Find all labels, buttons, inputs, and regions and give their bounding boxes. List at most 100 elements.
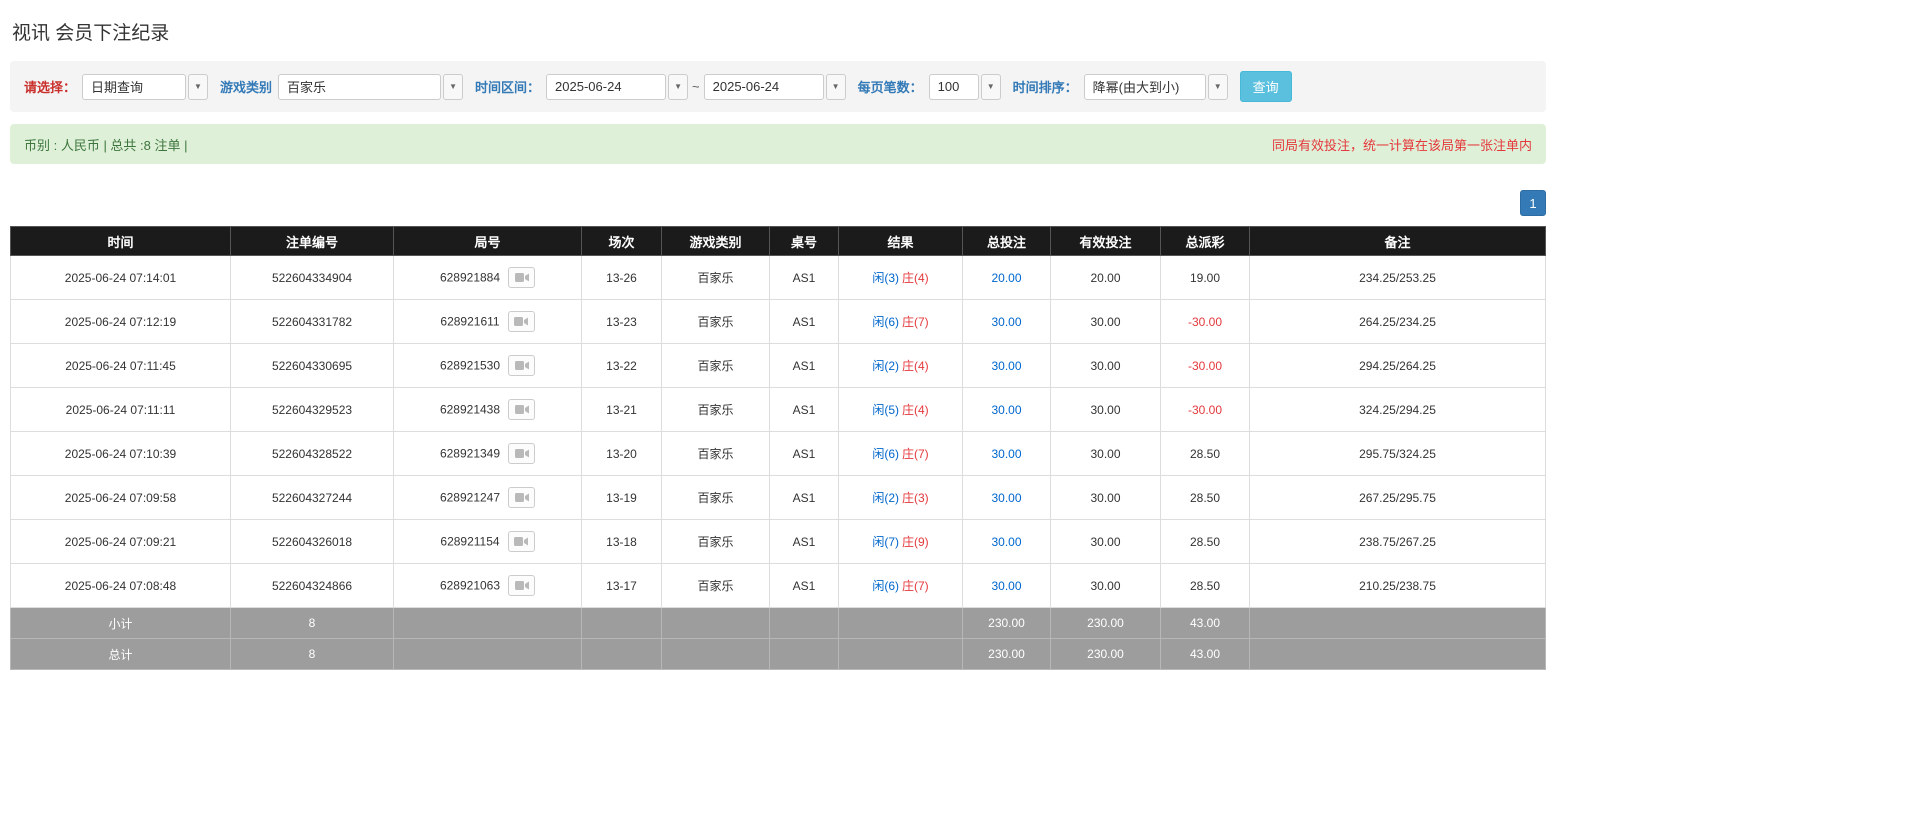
cell-round: 628921530 [393, 343, 582, 388]
date-from-dropdown[interactable]: 2025-06-24 ▼ [546, 73, 689, 100]
cell-round: 628921154 [393, 519, 582, 564]
table-row: 2025-06-24 07:09:58 522604327244 628921247… [10, 475, 1546, 520]
total-total-bet: 230.00 [962, 638, 1051, 670]
table-row: 2025-06-24 07:10:39 522604328522 628921349… [10, 431, 1546, 476]
sort-order-value[interactable]: 降幂(由大到小) [1083, 73, 1206, 100]
header-note: 备注 [1249, 226, 1546, 256]
cell-session: 13-19 [581, 475, 662, 520]
empty-cell [769, 638, 839, 670]
table-row: 2025-06-24 07:14:01 522604334904 628921884… [10, 255, 1546, 300]
empty-cell [838, 607, 963, 639]
subtotal-label: 小计 [10, 607, 231, 639]
video-replay-icon[interactable] [508, 399, 536, 420]
empty-cell [581, 607, 662, 639]
cell-payout: -30.00 [1160, 387, 1250, 432]
sort-order-label: 时间排序： [1012, 80, 1078, 95]
summary-notice: 同局有效投注，统一计算在该局第一张注单内 [1271, 137, 1532, 153]
total-bet-link[interactable]: 30.00 [991, 315, 1021, 329]
cell-payout: 28.50 [1160, 563, 1250, 608]
video-replay-icon[interactable] [507, 311, 535, 332]
payout-value: 19.00 [1189, 270, 1221, 285]
game-type-value[interactable]: 百家乐 [278, 73, 442, 100]
empty-cell [769, 607, 839, 639]
video-replay-icon[interactable] [508, 267, 536, 288]
payout-value: 28.50 [1189, 534, 1221, 549]
cell-payout: 28.50 [1160, 519, 1250, 564]
header-bet-id: 注单编号 [230, 226, 394, 256]
cell-result: 闲(6) 庄(7) [838, 563, 963, 608]
header-session: 场次 [581, 226, 662, 256]
cell-session: 13-23 [581, 299, 662, 344]
chevron-down-icon[interactable]: ▼ [443, 73, 464, 100]
query-type-dropdown[interactable]: 日期查询 ▼ [82, 73, 209, 100]
chevron-down-icon[interactable]: ▼ [980, 73, 1001, 100]
total-bet-link[interactable]: 20.00 [991, 271, 1021, 285]
page-size-dropdown[interactable]: 100 ▼ [928, 73, 1001, 100]
cell-total-bet: 30.00 [962, 387, 1051, 432]
date-to-dropdown[interactable]: 2025-06-24 ▼ [703, 73, 846, 100]
total-bet-link[interactable]: 30.00 [991, 403, 1021, 417]
payout-value: 28.50 [1189, 446, 1221, 461]
video-replay-icon[interactable] [508, 443, 536, 464]
header-table-no: 桌号 [769, 226, 839, 256]
query-type-value[interactable]: 日期查询 [82, 73, 187, 100]
cell-bet-id: 522604334904 [230, 255, 394, 300]
sort-order-dropdown[interactable]: 降幂(由大到小) ▼ [1083, 73, 1228, 100]
cell-game-type: 百家乐 [661, 343, 770, 388]
result-player: 闲(7) [872, 535, 899, 549]
game-type-dropdown[interactable]: 百家乐 ▼ [278, 73, 464, 100]
date-to-value[interactable]: 2025-06-24 [703, 73, 824, 100]
chevron-down-icon[interactable]: ▼ [1207, 73, 1228, 100]
cell-valid-bet: 30.00 [1050, 343, 1161, 388]
total-bet-link[interactable]: 30.00 [991, 447, 1021, 461]
total-bet-link[interactable]: 30.00 [991, 535, 1021, 549]
subtotal-count: 8 [230, 607, 394, 639]
video-replay-icon[interactable] [508, 355, 536, 376]
total-bet-link[interactable]: 30.00 [991, 491, 1021, 505]
cell-note: 267.25/295.75 [1249, 475, 1546, 520]
payout-value: -30.00 [1187, 358, 1223, 373]
total-payout: 43.00 [1160, 638, 1250, 670]
cell-valid-bet: 30.00 [1050, 563, 1161, 608]
video-replay-icon[interactable] [507, 531, 535, 552]
result-player: 闲(5) [872, 403, 899, 417]
cell-valid-bet: 30.00 [1050, 475, 1161, 520]
total-bet-link[interactable]: 30.00 [991, 359, 1021, 373]
page-title: 视讯 会员下注纪录 [12, 23, 170, 44]
cell-payout: 19.00 [1160, 255, 1250, 300]
cell-session: 13-22 [581, 343, 662, 388]
date-from-value[interactable]: 2025-06-24 [546, 73, 667, 100]
video-replay-icon[interactable] [508, 487, 536, 508]
round-number: 628921154 [440, 534, 500, 549]
search-button[interactable]: 查询 [1239, 71, 1292, 102]
empty-cell [661, 607, 770, 639]
result-player: 闲(3) [872, 271, 899, 285]
total-label: 总计 [10, 638, 231, 670]
result-player: 闲(2) [872, 491, 899, 505]
round-number: 628921438 [439, 402, 501, 417]
cell-time: 2025-06-24 07:12:19 [10, 299, 231, 344]
chevron-down-icon[interactable]: ▼ [668, 73, 689, 100]
page-button-1[interactable]: 1 [1520, 190, 1546, 216]
cell-result: 闲(6) 庄(7) [838, 431, 963, 476]
cell-game-type: 百家乐 [661, 387, 770, 432]
cell-table-no: AS1 [769, 475, 839, 520]
cell-result: 闲(2) 庄(4) [838, 343, 963, 388]
empty-cell [393, 607, 582, 639]
page-size-value[interactable]: 100 [928, 73, 979, 100]
result-banker: 庄(3) [902, 491, 929, 505]
cell-payout: 28.50 [1160, 431, 1250, 476]
chevron-down-icon[interactable]: ▼ [825, 73, 846, 100]
cell-bet-id: 522604328522 [230, 431, 394, 476]
cell-round: 628921063 [393, 563, 582, 608]
cell-round: 628921611 [393, 299, 582, 344]
cell-game-type: 百家乐 [661, 563, 770, 608]
page-size-label: 每页笔数： [857, 80, 923, 95]
total-bet-link[interactable]: 30.00 [991, 579, 1021, 593]
time-range-label: 时间区间： [475, 80, 541, 95]
summary-currency-count: 币别 : 人民币 | 总共 :8 注单 | [24, 137, 188, 153]
chevron-down-icon[interactable]: ▼ [188, 73, 209, 100]
table-row: 2025-06-24 07:11:45 522604330695 628921530… [10, 343, 1546, 388]
video-replay-icon[interactable] [508, 575, 536, 596]
select-label: 请选择： [24, 80, 77, 95]
